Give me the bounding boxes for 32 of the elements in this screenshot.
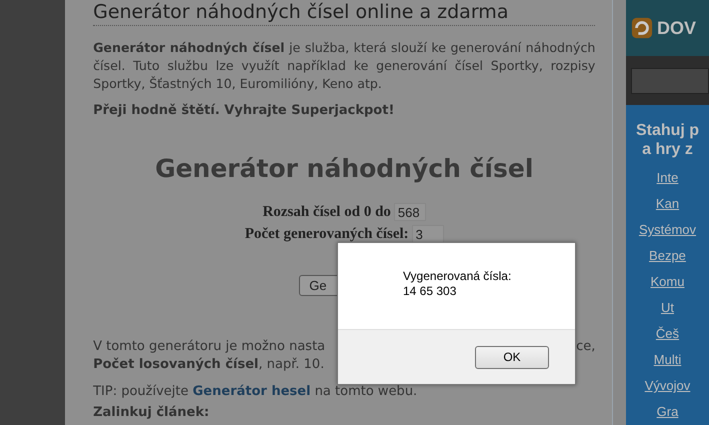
paragraph-text: ce,: [576, 338, 596, 356]
category-link[interactable]: Češ: [656, 321, 680, 347]
ok-button[interactable]: OK: [475, 346, 549, 368]
category-link[interactable]: Komu: [650, 269, 684, 295]
category-link[interactable]: Systémov: [638, 217, 696, 243]
ad-headline: Stahuj p: [636, 121, 700, 140]
intro-paragraph: Generátor náhodných čísel je služba, která slouží ke generování náhodných čísel. Tuto službu lze využít například ke generování čísel Sportky, rozpisy Sportky, Šťastných 10, Euromilióny, Keno atp.: [93, 39, 596, 93]
category-link[interactable]: Kan: [656, 191, 680, 217]
input-field[interactable]: 568: [394, 203, 426, 221]
field-label: Rozsah čísel od 0 do: [262, 204, 391, 220]
page-title: Generátor náhodných čísel online a zdarma: [93, 0, 596, 26]
input-field[interactable]: 3: [412, 225, 444, 243]
field-label: Počet generovaných čísel:: [244, 226, 409, 242]
ad-headline: a hry z: [642, 140, 693, 159]
category-link[interactable]: Multi: [654, 347, 682, 373]
brand-text: DOV: [657, 18, 696, 39]
category-link[interactable]: Ut: [660, 295, 674, 321]
search-field[interactable]: [631, 68, 709, 94]
generated-numbers: 14 65 303: [403, 284, 458, 299]
category-link[interactable]: Vývojov: [644, 373, 690, 399]
dialog-message: Vygenerovaná čísla:: [403, 269, 512, 284]
link-heading: Zalinkuj článek:: [93, 405, 210, 420]
paragraph-text: V tomto generátoru je možno nasta: [93, 338, 326, 356]
logo-icon: [631, 17, 653, 40]
category-link[interactable]: Gra: [656, 399, 678, 425]
password-generator-link[interactable]: Generátor hesel: [192, 384, 311, 399]
category-link[interactable]: Inte: [656, 165, 678, 191]
paragraph-text: Počet losovaných čísel, např. 10.: [93, 356, 324, 374]
wish-text: Přeji hodně štětí. Vyhrajte Superjackpot!: [93, 103, 396, 118]
generator-heading: Generátor náhodných čísel: [154, 154, 534, 183]
tip-text: TIP: používejte Generátor hesel na tomto webu.: [93, 384, 418, 399]
category-link[interactable]: Bezpe: [649, 243, 686, 269]
